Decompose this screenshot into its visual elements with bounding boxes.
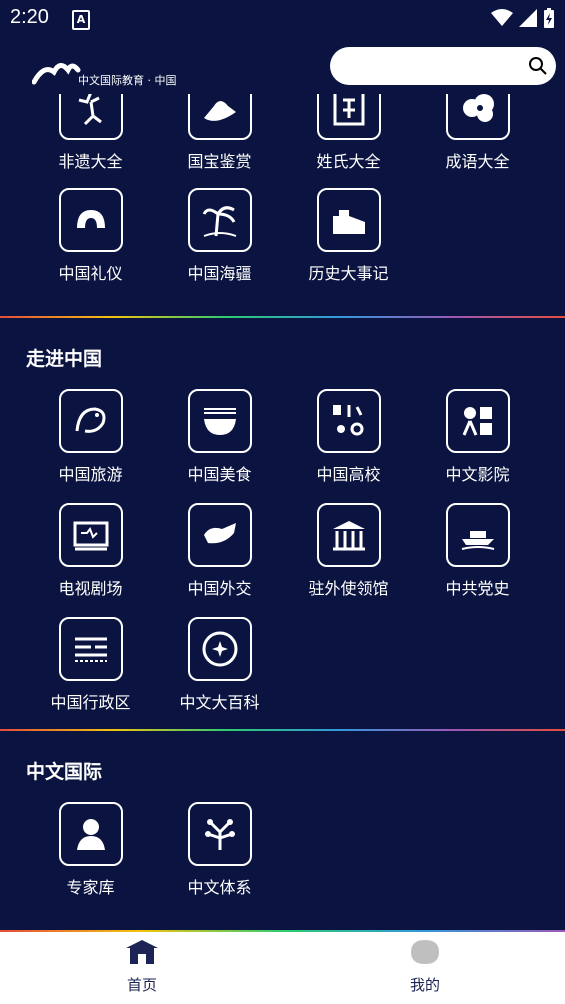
item-tv[interactable]: 电视剧场 [26,503,155,613]
signal-icon [519,9,537,27]
item-history[interactable]: 历史大事记 [284,188,413,298]
item-experts[interactable]: 专家库 [26,802,155,912]
item-heritage[interactable]: 非遗大全 [26,94,155,186]
cloud-icon [445,94,510,140]
item-label: 历史大事记 [308,264,389,283]
search-icon[interactable] [528,56,548,76]
item-label: 中国海疆 [187,264,252,283]
item-surname[interactable]: 姓氏大全 [284,94,413,186]
system-icon [187,802,252,866]
divider [0,729,565,731]
expert-icon [58,802,123,866]
home-icon [126,940,158,964]
tab-label: 我的 [409,976,440,994]
bow-icon [58,188,123,252]
item-admin-region[interactable]: 中国行政区 [26,617,155,727]
item-sea[interactable]: 中国海疆 [155,188,284,298]
item-label: 中国外交 [187,579,252,598]
item-school[interactable]: 中国高校 [284,389,413,499]
wifi-icon [491,9,513,26]
status-time: 2:20 [10,6,49,28]
surname-icon [316,94,381,140]
item-label: 中国高校 [316,465,381,484]
item-label: 非遗大全 [58,152,123,171]
section-culture-grid: 非遗大全 国宝鉴赏 姓氏大全 成语大全 中国礼仪 中国海疆 历史大事记 [0,94,565,316]
section-china-grid: 中国旅游 中国美食 中国高校 中文影院 电视剧场 中国外交 驻外使领馆 中共党史… [0,389,565,729]
item-label: 成语大全 [445,152,510,171]
item-food[interactable]: 中国美食 [155,389,284,499]
encyclopedia-icon [187,617,252,681]
embassy-icon [316,503,381,567]
item-label: 驻外使领馆 [308,579,389,598]
item-label: 中国美食 [187,465,252,484]
map-icon [58,617,123,681]
notification-a-icon: A [72,10,90,30]
section-title: 中文国际 [26,761,103,783]
item-label: 中共党史 [445,579,510,598]
item-label: 专家库 [66,878,115,897]
bottom-divider [0,930,565,932]
status-bar: 2:20 A [0,0,565,36]
dancer-icon [58,94,123,140]
item-label: 中文影院 [445,465,510,484]
treasure-icon [187,94,252,140]
item-travel[interactable]: 中国旅游 [26,389,155,499]
cinema-icon [445,389,510,453]
great-wall-icon [316,188,381,252]
divider [0,316,565,318]
item-encyclopedia[interactable]: 中文大百科 [155,617,284,727]
item-chinese-system[interactable]: 中文体系 [155,802,284,912]
item-label: 中文大百科 [179,693,260,712]
item-label: 中文体系 [187,878,252,897]
section-intl-grid: 专家库 中文体系 [0,802,565,922]
app-header: 中文国际教育 · 中国 [0,36,565,94]
item-label: 中国行政区 [50,693,131,712]
tab-home[interactable]: 首页 [82,938,202,995]
main-scroll[interactable]: 非遗大全 国宝鉴赏 姓氏大全 成语大全 中国礼仪 中国海疆 历史大事记 走进中国… [0,94,565,930]
section-title: 走进中国 [26,348,103,370]
school-icon [316,389,381,453]
search-input[interactable] [330,47,556,85]
dragon-icon [58,389,123,453]
item-label: 中国礼仪 [58,264,123,283]
bowl-icon [187,389,252,453]
item-label: 姓氏大全 [316,152,381,171]
logo-text: 中文国际教育 · 中国 [78,74,177,87]
item-treasure[interactable]: 国宝鉴赏 [155,94,284,186]
item-label: 电视剧场 [58,579,123,598]
palm-icon [187,188,252,252]
item-cinema[interactable]: 中文影院 [413,389,542,499]
battery-icon [544,8,554,28]
tv-icon [58,503,123,567]
system-icons [491,8,555,28]
item-etiquette[interactable]: 中国礼仪 [26,188,155,298]
tab-profile[interactable]: 我的 [365,938,485,995]
profile-icon [411,940,439,964]
item-diplomacy[interactable]: 中国外交 [155,503,284,613]
item-embassy[interactable]: 驻外使领馆 [284,503,413,613]
boat-icon [445,503,510,567]
item-party-history[interactable]: 中共党史 [413,503,542,613]
item-label: 国宝鉴赏 [187,152,252,171]
handshake-icon [187,503,252,567]
tab-label: 首页 [126,976,157,994]
item-label: 中国旅游 [58,465,123,484]
bottom-nav: 首页 我的 [0,930,565,1004]
item-idiom[interactable]: 成语大全 [413,94,542,186]
